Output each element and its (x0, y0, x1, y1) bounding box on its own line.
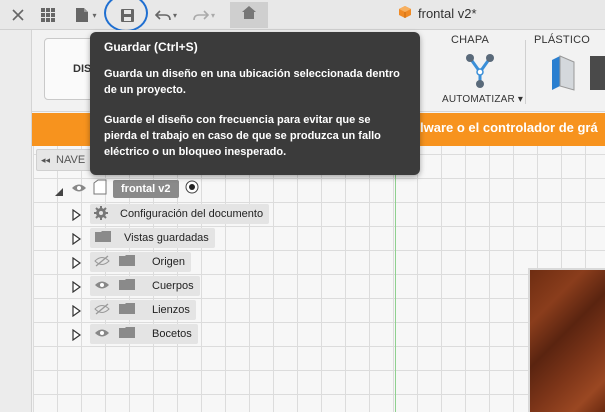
tree-item[interactable]: Cuerpos (90, 276, 200, 296)
plastic-rule-icon[interactable] (548, 52, 578, 97)
tree-item-label: Cuerpos (152, 280, 194, 292)
save-button[interactable] (117, 3, 137, 27)
eye-icon[interactable] (71, 180, 87, 198)
left-strip (0, 30, 32, 412)
tree-item[interactable]: Bocetos (90, 324, 198, 344)
root-label: frontal v2 (113, 180, 179, 198)
expand-arrow[interactable] (72, 328, 82, 342)
close-icon[interactable] (8, 3, 28, 27)
browser-header[interactable]: ◂◂ NAVE (36, 149, 96, 171)
warning-banner-text: lware o el controlador de grá (420, 120, 598, 135)
home-button[interactable] (230, 2, 268, 28)
collapse-icon[interactable]: ◂◂ (41, 155, 50, 166)
expand-arrow[interactable] (72, 304, 82, 318)
expand-arrow[interactable] (72, 280, 82, 294)
chevron-down-icon: ▾ (172, 10, 177, 20)
automatizar-menu[interactable]: AUTOMATIZAR ▾ (442, 94, 523, 105)
save-icon (120, 8, 135, 23)
redo-icon (193, 8, 209, 22)
eye-hidden-icon[interactable] (94, 255, 110, 270)
tree-root[interactable]: frontal v2 (71, 179, 199, 199)
tooltip-paragraph-1: Guarda un diseño en una ubicación selecc… (104, 68, 400, 96)
wood-body[interactable] (528, 268, 605, 412)
home-icon (241, 5, 257, 25)
document-icon (93, 179, 107, 200)
chevron-down-icon: ▾ (92, 10, 97, 20)
radio-icon[interactable] (185, 180, 199, 199)
eye-icon[interactable] (94, 280, 110, 293)
document-tab[interactable]: frontal v2* (398, 5, 477, 22)
save-tooltip: Guardar (Ctrl+S) Guarda un diseño en una… (90, 32, 420, 175)
tab-chapa[interactable]: CHAPA (451, 34, 489, 46)
tree-item-label: Bocetos (152, 328, 192, 340)
expand-arrow[interactable] (54, 184, 64, 202)
document-title: frontal v2* (418, 6, 477, 21)
folder-icon (94, 230, 112, 246)
expand-arrow[interactable] (72, 256, 82, 270)
gear-icon (94, 205, 108, 223)
tree-item-label: Configuración del documento (120, 208, 264, 220)
tree-item-label: Origen (152, 256, 186, 268)
tooltip-paragraph-2: Guarde el diseño con frecuencia para evi… (104, 114, 381, 158)
tree-item[interactable]: Vistas guardadas (90, 228, 215, 248)
ribbon-divider (525, 40, 526, 104)
tree-item-label: Vistas guardadas (124, 232, 209, 244)
component-cube-icon (398, 5, 412, 22)
workspace-label: DIS (73, 63, 92, 75)
undo-button[interactable]: ▾ (152, 3, 180, 27)
tree-item[interactable]: Lienzos (90, 300, 196, 320)
folder-icon (118, 302, 136, 318)
file-menu-button[interactable]: ▾ (70, 3, 102, 27)
redo-button[interactable]: ▾ (190, 3, 218, 27)
folder-icon (118, 326, 136, 342)
tree-item[interactable]: Origen (90, 252, 192, 272)
chevron-down-icon: ▾ (210, 10, 215, 20)
file-icon (75, 7, 89, 23)
eye-icon[interactable] (94, 328, 110, 341)
automate-icon[interactable] (462, 52, 498, 93)
folder-icon (118, 254, 136, 270)
tab-plastico[interactable]: PLÁSTICO (534, 34, 590, 46)
undo-icon (154, 8, 171, 22)
eye-hidden-icon[interactable] (94, 303, 110, 318)
expand-arrow[interactable] (72, 208, 82, 222)
y-axis-line (395, 146, 396, 412)
expand-arrow[interactable] (72, 232, 82, 246)
browser-header-label: NAVE (56, 154, 86, 166)
tooltip-title: Guardar (Ctrl+S) (104, 40, 198, 54)
grid-icon[interactable] (38, 3, 58, 27)
folder-icon (118, 278, 136, 294)
plastic-tool-icon[interactable] (590, 56, 605, 90)
tree-item-label: Lienzos (152, 304, 190, 316)
tree-item[interactable]: Configuración del documento (90, 204, 270, 224)
